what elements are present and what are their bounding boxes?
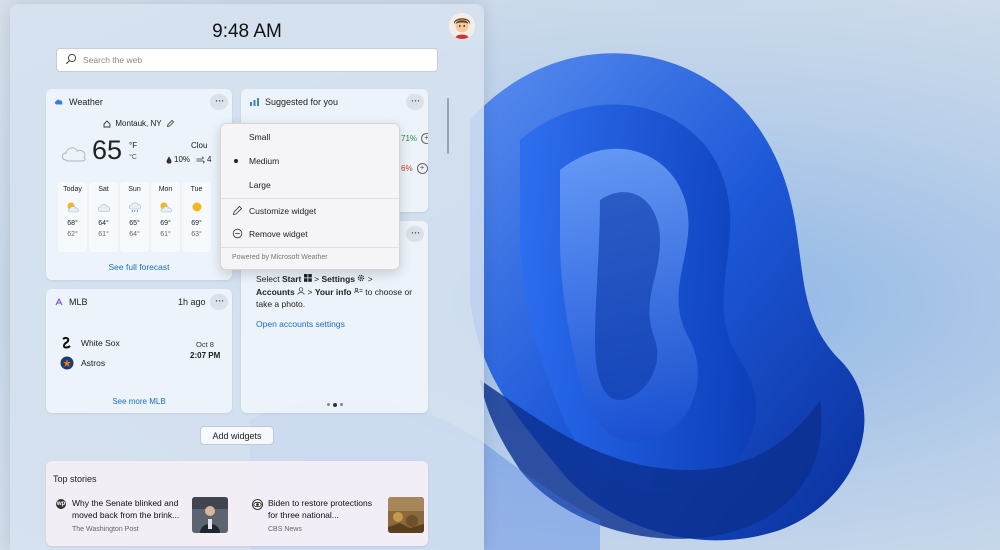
- add-widgets-button[interactable]: Add widgets: [200, 426, 274, 445]
- story-thumbnail[interactable]: [388, 497, 424, 533]
- see-more-mlb-link[interactable]: See more MLB: [46, 397, 232, 406]
- add-icon[interactable]: +: [416, 163, 428, 174]
- cloud-icon: [61, 147, 86, 162]
- story-card[interactable]: wp Why the Senate blinked and moved back…: [56, 497, 236, 542]
- weather-more-button[interactable]: ···: [210, 94, 228, 110]
- game-time: 2:07 PM: [190, 351, 221, 360]
- story-headline[interactable]: Why the Senate blinked and moved back fr…: [72, 497, 182, 521]
- search-box[interactable]: [56, 48, 438, 72]
- widget-size-menu: Small Medium Large Customize widget Remo…: [220, 123, 400, 270]
- wind-value: 4: [207, 155, 212, 164]
- washington-post-logo-icon: wp: [56, 499, 66, 509]
- team-row[interactable]: Astros: [60, 356, 105, 370]
- forecast-day[interactable]: Sat 64° 61°: [89, 182, 118, 252]
- story-thumbnail[interactable]: [192, 497, 228, 533]
- carousel-dots[interactable]: [327, 402, 343, 407]
- tip-text: Select Start > Settings > Accounts > You…: [256, 274, 413, 309]
- mlb-title: MLB: [69, 297, 88, 307]
- weather-app-icon: [54, 99, 63, 105]
- suggested-row[interactable]: 71% +: [401, 133, 428, 144]
- sun-cloud-icon: [67, 202, 79, 213]
- change-percent: 6%: [401, 164, 413, 173]
- game-date: Oct 8: [196, 340, 214, 349]
- scrollbar-thumb[interactable]: [447, 98, 449, 154]
- windows-start-icon: [303, 274, 312, 282]
- forecast-day[interactable]: Mon 69° 61°: [151, 182, 180, 252]
- menu-item-small[interactable]: Small: [221, 127, 399, 147]
- weather-widget[interactable]: Weather ··· Montauk, NY 65 °F °C Clou 10…: [46, 89, 232, 280]
- sports-icon: [55, 297, 63, 306]
- add-icon[interactable]: +: [421, 133, 428, 144]
- mlb-widget[interactable]: MLB 1h ago ··· White Sox Astros Oct 8 2:…: [46, 289, 232, 413]
- story-source: The Washington Post: [72, 526, 139, 533]
- forecast-day[interactable]: Today 68° 62°: [58, 182, 87, 252]
- avatar[interactable]: [448, 12, 476, 40]
- user-card-icon: [354, 287, 363, 293]
- top-stories-title: Top stories: [53, 474, 97, 484]
- weather-title: Weather: [69, 97, 103, 107]
- story-card[interactable]: Biden to restore protections for three n…: [252, 497, 428, 542]
- cloud-icon: [97, 204, 110, 212]
- tips-more-button[interactable]: ···: [406, 226, 424, 242]
- suggested-row[interactable]: 6% +: [401, 163, 428, 174]
- clock: 9:48 AM: [212, 21, 282, 42]
- remove-circle-icon: [232, 228, 243, 239]
- menu-item-medium[interactable]: Medium: [221, 151, 399, 171]
- suggested-title: Suggested for you: [265, 97, 339, 107]
- sun-icon: [192, 202, 201, 212]
- selected-bullet-icon: [234, 159, 238, 163]
- current-temperature: 65: [92, 135, 123, 165]
- person-icon: [297, 286, 305, 295]
- menu-item-large[interactable]: Large: [221, 175, 399, 195]
- raindrop-icon: [166, 156, 172, 164]
- menu-item-remove[interactable]: Remove widget: [221, 224, 399, 244]
- white-sox-logo-icon: [62, 336, 71, 349]
- story-headline[interactable]: Biden to restore protections for three n…: [268, 497, 378, 521]
- user-avatar-icon: [449, 13, 475, 39]
- wind-icon: [196, 156, 205, 163]
- unit-fahrenheit[interactable]: °F: [129, 141, 137, 150]
- powered-by-text: Powered by Microsoft Weather: [232, 254, 328, 261]
- sun-cloud-icon: [160, 202, 172, 213]
- search-icon: [65, 53, 79, 67]
- suggested-more-button[interactable]: ···: [406, 94, 424, 110]
- stocks-chart-icon: [250, 98, 259, 106]
- menu-divider: [221, 198, 399, 199]
- unit-celsius[interactable]: °C: [129, 154, 137, 161]
- precip-value: 10%: [174, 155, 191, 164]
- weather-location: Montauk, NY: [115, 119, 162, 128]
- cbs-eye-logo-icon: [252, 499, 263, 510]
- see-full-forecast-link[interactable]: See full forecast: [46, 262, 232, 272]
- story-source: CBS News: [268, 526, 302, 533]
- forecast-row: Today 68° 62° Sat 64° 61° Sun 65° 64° Mo…: [58, 182, 211, 252]
- forecast-day[interactable]: Sun 65° 64°: [120, 182, 149, 252]
- search-input[interactable]: [83, 55, 423, 65]
- astros-logo-icon: [60, 356, 74, 370]
- rain-cloud-icon: [128, 202, 141, 213]
- forecast-day[interactable]: Tue 69° 63°: [182, 182, 211, 252]
- team-row[interactable]: White Sox: [60, 336, 120, 350]
- edit-pencil-icon[interactable]: [166, 119, 175, 128]
- pencil-icon: [232, 205, 243, 216]
- mlb-more-button[interactable]: ···: [210, 294, 228, 310]
- menu-divider: [221, 247, 399, 248]
- gear-icon: [358, 274, 365, 282]
- top-stories-widget[interactable]: Top stories wp Why the Senate blinked an…: [46, 461, 428, 546]
- home-icon: [103, 119, 111, 127]
- mlb-updated-time: 1h ago: [178, 297, 206, 307]
- menu-item-customize[interactable]: Customize widget: [221, 201, 399, 221]
- change-percent: 71%: [401, 134, 418, 143]
- weather-condition: Clou: [191, 141, 208, 150]
- open-accounts-settings-link[interactable]: Open accounts settings: [256, 319, 345, 329]
